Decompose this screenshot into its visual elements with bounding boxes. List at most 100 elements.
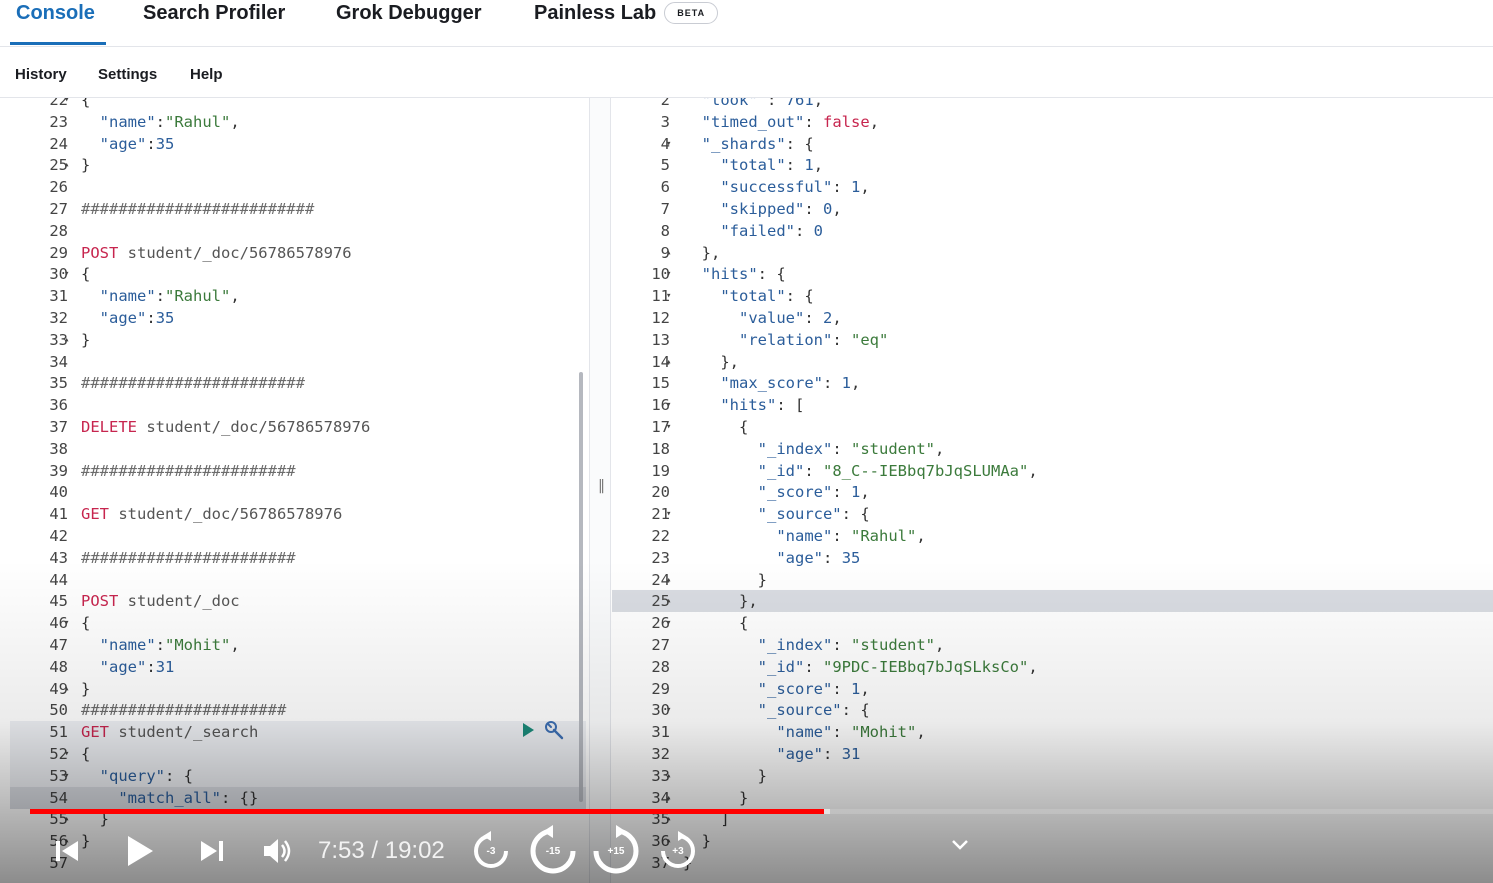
code-line[interactable]: 33 ▴} — [10, 329, 586, 351]
code-line[interactable]: 24 ▴ } — [612, 569, 1493, 591]
fold-down-icon[interactable]: ▾ — [666, 263, 678, 285]
fold-down-icon[interactable]: ▾ — [64, 743, 76, 765]
code-line[interactable]: 53 ▾ "query": { — [10, 764, 586, 787]
fold-down-icon[interactable]: ▾ — [64, 98, 76, 111]
code-line[interactable]: 20 "_score": 1, — [612, 481, 1493, 503]
pane-resizer[interactable]: ‖ — [589, 98, 611, 883]
code-line[interactable]: 37 DELETE student/_doc/56786578976 — [10, 416, 586, 438]
code-line[interactable]: 38 — [10, 438, 586, 460]
code-line[interactable]: 25 ▴ }, — [612, 590, 1493, 613]
code-line[interactable]: 48 "age":31 — [10, 656, 586, 678]
code-line[interactable]: 45 POST student/_doc — [10, 590, 586, 612]
code-line[interactable]: 6 "successful": 1, — [612, 176, 1493, 198]
code-line[interactable]: 17 ▾ { — [612, 416, 1493, 438]
fold-down-icon[interactable]: ▾ — [666, 133, 678, 155]
code-line[interactable]: 47 "name":"Mohit", — [10, 634, 586, 656]
code-line[interactable]: 28 — [10, 220, 586, 242]
fold-up-icon[interactable]: ▴ — [64, 678, 76, 700]
code-line[interactable]: 14 ▴ }, — [612, 351, 1493, 373]
code-line[interactable]: 12 "value": 2, — [612, 307, 1493, 329]
video-progress-bar[interactable] — [30, 809, 1493, 814]
code-line[interactable]: 15 "max_score": 1, — [612, 372, 1493, 394]
fold-down-icon[interactable]: ▾ — [666, 416, 678, 438]
code-line[interactable]: 29 "_score": 1, — [612, 678, 1493, 700]
code-line[interactable]: 50 ###################### — [10, 699, 586, 721]
code-line[interactable]: 13 "relation": "eq" — [612, 329, 1493, 351]
chevron-down-icon[interactable] — [950, 838, 970, 852]
fold-down-icon[interactable]: ▾ — [666, 503, 678, 525]
fold-up-icon[interactable]: ▴ — [666, 590, 678, 612]
code-line[interactable]: 41 GET student/_doc/56786578976 — [10, 503, 586, 525]
code-line[interactable]: 26 ▾ { — [612, 612, 1493, 634]
code-line[interactable]: 2 "took" : 761, — [612, 98, 1493, 111]
code-line[interactable]: 37 ▴} — [612, 852, 1493, 874]
code-line[interactable]: 54 "match_all": {} — [10, 786, 586, 809]
code-line[interactable]: 22 ▾ { — [10, 98, 586, 111]
code-line[interactable]: 16 ▾ "hits": [ — [612, 394, 1493, 416]
code-line[interactable]: 42 — [10, 525, 586, 547]
fold-up-icon[interactable]: ▴ — [64, 154, 76, 176]
previous-icon[interactable] — [52, 836, 82, 866]
code-line[interactable]: 29 POST student/_doc/56786578976 — [10, 242, 586, 264]
fold-down-icon[interactable]: ▾ — [666, 394, 678, 416]
code-line[interactable]: 51 GET student/_search — [10, 721, 586, 744]
response-viewer[interactable]: 2 "took" : 761, 3 "timed_out": false, 4 ▾ "… — [612, 98, 1493, 883]
fold-up-icon[interactable]: ▴ — [64, 329, 76, 351]
code-line[interactable]: 43 ####################### — [10, 547, 586, 569]
fold-up-icon[interactable]: ▴ — [666, 787, 678, 809]
code-line[interactable]: 39 ####################### — [10, 460, 586, 482]
fold-down-icon[interactable]: ▾ — [666, 699, 678, 721]
code-line[interactable]: 7 "skipped": 0, — [612, 198, 1493, 220]
fold-down-icon[interactable]: ▾ — [666, 285, 678, 307]
next-icon[interactable] — [197, 836, 227, 866]
help-link[interactable]: Help — [190, 66, 223, 83]
code-line[interactable]: 32 "age":35 — [10, 307, 586, 329]
code-line[interactable]: 52 ▾ { — [10, 743, 586, 765]
fold-up-icon[interactable]: ▴ — [666, 242, 678, 264]
code-line[interactable]: 23 "age": 35 — [612, 547, 1493, 569]
wrench-icon[interactable] — [544, 720, 566, 740]
code-line[interactable]: 30 ▾ "_source": { — [612, 699, 1493, 721]
code-line[interactable]: 46 ▾ { — [10, 612, 586, 634]
code-line[interactable]: 31 "name":"Rahul", — [10, 285, 586, 307]
play-video-icon[interactable] — [124, 833, 156, 869]
code-line[interactable]: 4 ▾ "_shards": { — [612, 133, 1493, 155]
play-icon[interactable] — [520, 722, 536, 738]
code-line[interactable]: 36 — [10, 394, 586, 416]
code-line[interactable]: 34 — [10, 351, 586, 373]
fold-up-icon[interactable]: ▴ — [666, 351, 678, 373]
request-editor-scrollbar[interactable] — [579, 372, 583, 802]
code-line[interactable]: 49 ▴} — [10, 678, 586, 700]
code-line[interactable]: 34 ▴ } — [612, 787, 1493, 809]
code-line[interactable]: 24 "age":35 — [10, 133, 586, 155]
code-line[interactable]: 26 — [10, 176, 586, 198]
code-line[interactable]: 44 — [10, 569, 586, 591]
fold-down-icon[interactable]: ▾ — [64, 765, 76, 787]
code-line[interactable]: 11 ▾ "total": { — [612, 285, 1493, 307]
code-line[interactable]: 3 "timed_out": false, — [612, 111, 1493, 133]
fold-down-icon[interactable]: ▾ — [64, 263, 76, 285]
code-line[interactable]: 31 "name": "Mohit", — [612, 721, 1493, 743]
code-line[interactable]: 10 ▾ "hits": { — [612, 263, 1493, 285]
code-line[interactable]: 23 "name":"Rahul", — [10, 111, 586, 133]
code-line[interactable]: 40 — [10, 481, 586, 503]
code-line[interactable]: 22 "name": "Rahul", — [612, 525, 1493, 547]
code-line[interactable]: 30 ▾ { — [10, 263, 586, 285]
request-editor[interactable]: 22 ▾{23 "name":"Rahul", 24 "age":35 25 ▴} 26 2… — [10, 98, 586, 883]
code-line[interactable]: 32 "age": 31 — [612, 743, 1493, 765]
volume-icon[interactable] — [261, 835, 295, 867]
code-line[interactable]: 27 ######################### — [10, 198, 586, 220]
code-line[interactable]: 18 "_index": "student", — [612, 438, 1493, 460]
tab-search-profiler[interactable]: Search Profiler — [143, 2, 285, 25]
fold-up-icon[interactable]: ▴ — [666, 569, 678, 591]
fold-up-icon[interactable]: ▴ — [666, 765, 678, 787]
code-line[interactable]: 28 "_id": "9PDC-IEBbq7bJqSLksCo", — [612, 656, 1493, 678]
code-line[interactable]: 33 ▴ } — [612, 765, 1493, 787]
fold-down-icon[interactable]: ▾ — [64, 612, 76, 634]
code-line[interactable]: 36 ▴ } — [612, 830, 1493, 852]
fold-down-icon[interactable]: ▾ — [666, 612, 678, 634]
code-line[interactable]: 21 ▾ "_source": { — [612, 503, 1493, 525]
settings-link[interactable]: Settings — [98, 66, 157, 83]
code-line[interactable]: 5 "total": 1, — [612, 154, 1493, 176]
code-line[interactable]: 27 "_index": "student", — [612, 634, 1493, 656]
